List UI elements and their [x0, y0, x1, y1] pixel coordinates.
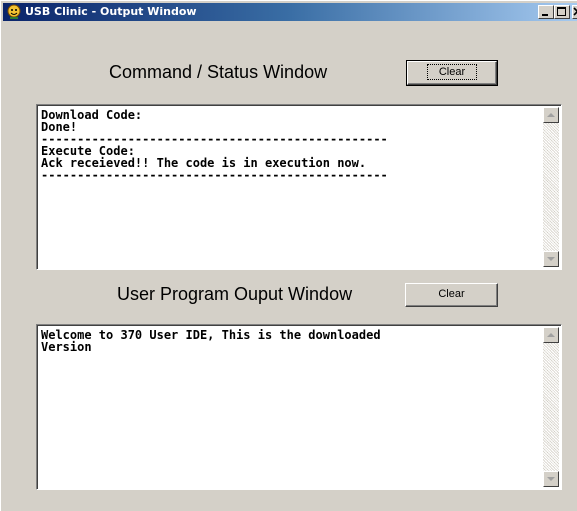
- output-window: USB Clinic - Output Window Command / Sta…: [0, 0, 577, 511]
- scroll-down-arrow-icon: [547, 477, 555, 481]
- scroll-down-arrow-icon: [547, 257, 555, 261]
- scroll-up-arrow-icon: [547, 113, 555, 117]
- command-status-textarea[interactable]: Download Code: Done! ---------------------…: [36, 104, 562, 270]
- user-output-text: Welcome to 370 User IDE, This is the dow…: [41, 329, 541, 487]
- title-bar[interactable]: USB Clinic - Output Window: [3, 3, 577, 21]
- usb-clinic-app-icon: [6, 4, 22, 20]
- command-line: ----------------------------------------…: [41, 168, 388, 182]
- user-clear-label: Clear: [438, 288, 465, 300]
- close-button[interactable]: [572, 5, 577, 19]
- command-line: Download Code:: [41, 109, 143, 122]
- minimize-button[interactable]: [538, 5, 554, 19]
- user-scroll-down-button[interactable]: [543, 471, 559, 487]
- scroll-up-arrow-icon: [547, 333, 555, 337]
- user-line: Welcome to 370 User IDE, This is the dow…: [41, 329, 381, 342]
- user-output-scrollbar[interactable]: [543, 327, 559, 487]
- command-scroll-up-button[interactable]: [543, 107, 559, 123]
- minimize-icon: [542, 14, 548, 16]
- command-status-text: Download Code: Done! ---------------------…: [41, 109, 541, 267]
- maximize-icon: [557, 7, 566, 16]
- command-status-scrollbar[interactable]: [543, 107, 559, 267]
- command-status-heading: Command / Status Window: [109, 62, 328, 82]
- close-icon: [573, 7, 577, 16]
- command-scroll-down-button[interactable]: [543, 251, 559, 267]
- user-program-output-heading: User Program Ouput Window: [117, 284, 353, 304]
- user-clear-button[interactable]: Clear: [405, 283, 498, 307]
- command-clear-label: Clear: [426, 64, 478, 80]
- command-clear-button[interactable]: Clear: [406, 60, 498, 86]
- window-title: USB Clinic - Output Window: [25, 5, 197, 18]
- user-output-textarea[interactable]: Welcome to 370 User IDE, This is the dow…: [36, 324, 562, 490]
- user-scroll-up-button[interactable]: [543, 327, 559, 343]
- user-line: Version: [41, 340, 92, 354]
- maximize-button[interactable]: [554, 5, 570, 19]
